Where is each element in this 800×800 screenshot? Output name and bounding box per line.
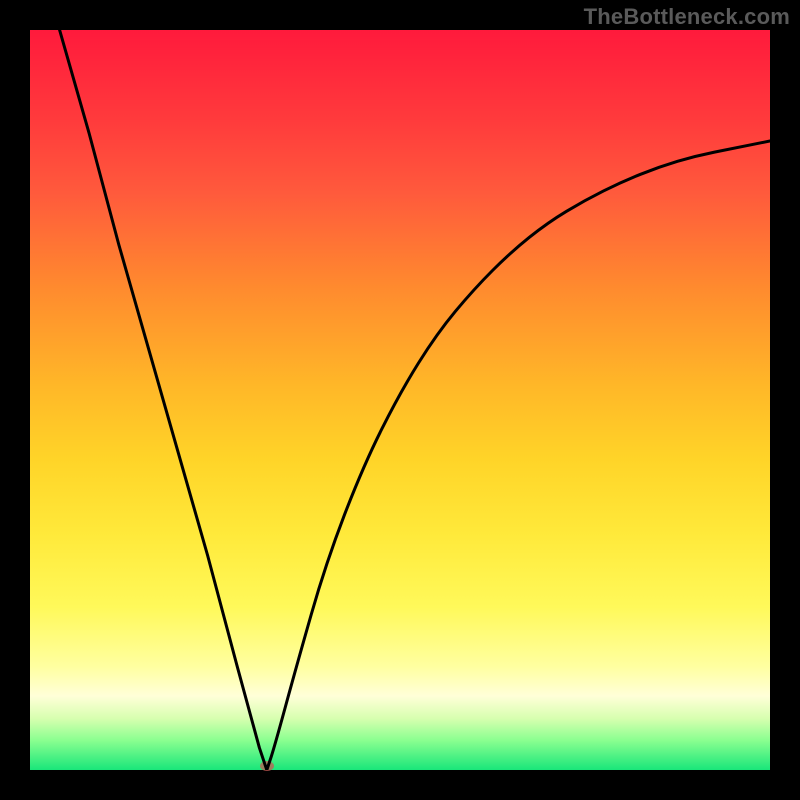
minimum-marker [260, 761, 274, 771]
bottleneck-curve [30, 30, 770, 770]
chart-frame: TheBottleneck.com [0, 0, 800, 800]
watermark-text: TheBottleneck.com [584, 4, 790, 30]
plot-area [30, 30, 770, 770]
